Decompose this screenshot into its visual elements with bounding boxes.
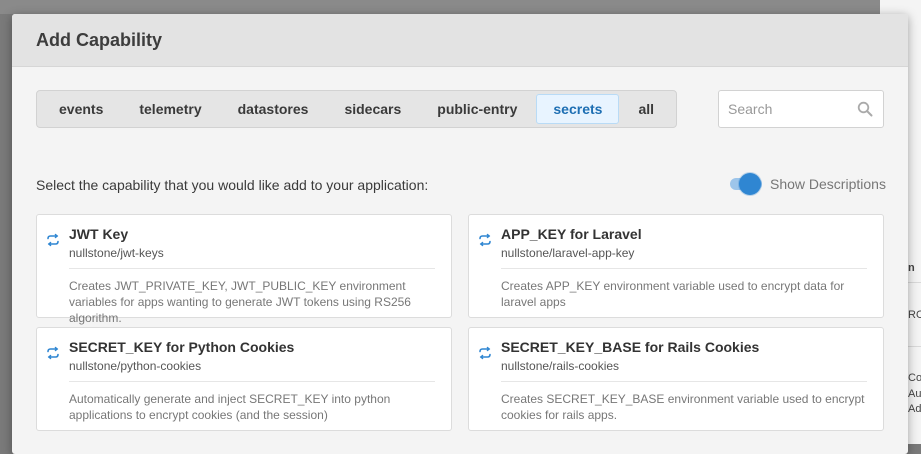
card-divider: [69, 381, 435, 382]
card-divider: [501, 268, 867, 269]
capability-card-jwt-key[interactable]: JWT Key nullstone/jwt-keys Creates JWT_P…: [36, 214, 452, 325]
backdrop-text-fragment: Co: [908, 372, 921, 384]
backdrop-top-bar: [0, 0, 921, 14]
tab-all[interactable]: all: [621, 94, 671, 124]
tab-sidecars[interactable]: sidecars: [327, 94, 418, 124]
card-module: nullstone/laravel-app-key: [501, 246, 635, 260]
backdrop-text-fragment: RO: [908, 309, 921, 321]
add-capability-modal: Add Capability events telemetry datastor…: [12, 14, 908, 454]
link-icon: [479, 233, 491, 247]
search-box: [718, 90, 884, 128]
tab-public-entry[interactable]: public-entry: [420, 94, 534, 124]
backdrop-text-fragment: Au: [908, 388, 921, 400]
card-module: nullstone/python-cookies: [69, 359, 202, 373]
capability-card-laravel-app-key[interactable]: APP_KEY for Laravel nullstone/laravel-ap…: [468, 214, 884, 318]
card-title: SECRET_KEY_BASE for Rails Cookies: [501, 339, 760, 355]
show-descriptions-control: Show Descriptions: [728, 172, 886, 196]
backdrop-text-fragment: n: [908, 262, 915, 274]
link-icon: [47, 346, 59, 360]
capability-card-python-cookies[interactable]: SECRET_KEY for Python Cookies nullstone/…: [36, 327, 452, 431]
show-descriptions-toggle[interactable]: [728, 172, 764, 196]
card-description: Creates JWT_PRIVATE_KEY, JWT_PUBLIC_KEY …: [69, 279, 411, 325]
link-icon: [47, 233, 59, 247]
show-descriptions-label[interactable]: Show Descriptions: [770, 176, 886, 192]
backdrop-text-fragment: Ad: [908, 403, 921, 415]
category-tabs: events telemetry datastores sidecars pub…: [36, 90, 678, 128]
instructions-text: Select the capability that you would lik…: [36, 177, 429, 193]
tab-datastores[interactable]: datastores: [221, 94, 326, 124]
card-module: nullstone/jwt-keys: [69, 246, 164, 260]
tab-secrets[interactable]: secrets: [536, 94, 620, 124]
card-divider: [69, 268, 435, 269]
card-title: APP_KEY for Laravel: [501, 226, 642, 242]
search-icon[interactable]: [857, 101, 873, 117]
tab-telemetry[interactable]: telemetry: [122, 94, 218, 124]
capability-card-rails-cookies[interactable]: SECRET_KEY_BASE for Rails Cookies nullst…: [468, 327, 884, 431]
tab-events[interactable]: events: [42, 94, 120, 124]
card-description: Automatically generate and inject SECRET…: [69, 392, 391, 422]
search-input[interactable]: [726, 100, 850, 118]
modal-header: Add Capability: [12, 14, 908, 67]
modal-title: Add Capability: [36, 29, 163, 50]
card-module: nullstone/rails-cookies: [501, 359, 620, 373]
card-divider: [501, 381, 867, 382]
toggle-knob: [739, 173, 761, 195]
card-title: SECRET_KEY for Python Cookies: [69, 339, 295, 355]
card-title: JWT Key: [69, 226, 129, 242]
link-icon: [479, 346, 491, 360]
card-description: Creates APP_KEY environment variable use…: [501, 279, 845, 309]
card-description: Creates SECRET_KEY_BASE environment vari…: [501, 392, 865, 422]
